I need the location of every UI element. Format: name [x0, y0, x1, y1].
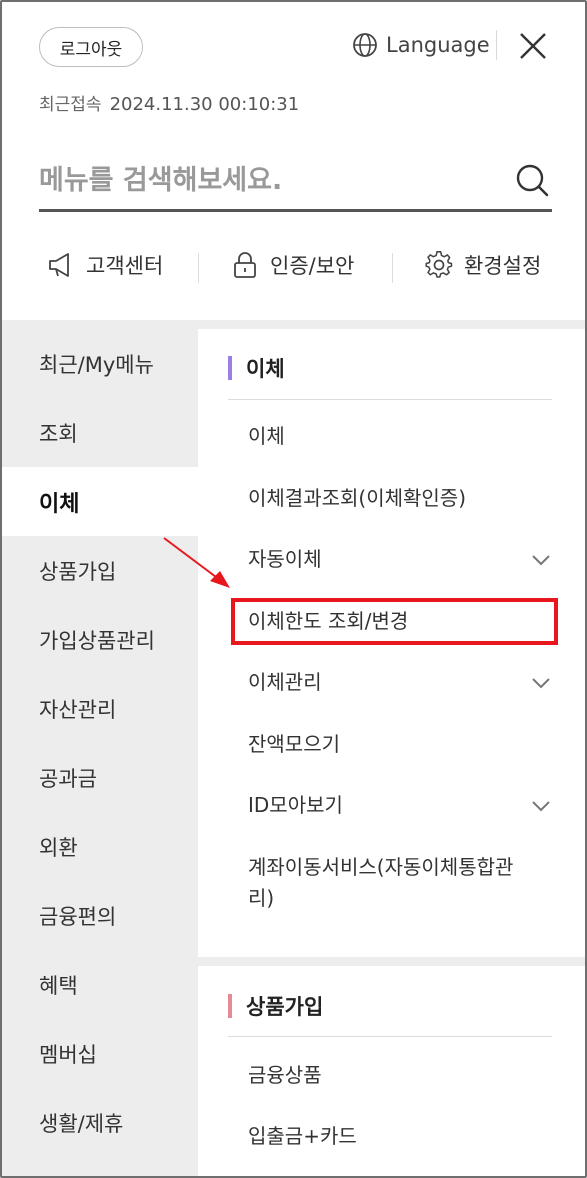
menu-search — [39, 152, 552, 212]
submenu-panel: 이체 이체 이체결과조회(이체확인증) 자동이체 이체한도 조회/변경 이체관리… — [198, 329, 585, 1176]
section-title-label: 상품가입 — [246, 995, 324, 1019]
nav-item-foreign-exchange[interactable]: 외환 — [2, 812, 198, 881]
section-title-product-signup: 상품가입 — [228, 991, 323, 1021]
search-icon[interactable] — [514, 162, 550, 198]
nav-item-transfer[interactable]: 이체 — [2, 467, 198, 536]
quick-link-label: 인증/보안 — [270, 254, 355, 278]
section-title-label: 이체 — [246, 357, 285, 381]
section-separator — [198, 957, 585, 966]
nav-item-utility-bills[interactable]: 공과금 — [2, 743, 198, 812]
nav-item-recent-my-menu[interactable]: 최근/My메뉴 — [2, 329, 198, 398]
section-divider — [228, 399, 552, 400]
last-login-info: 최근접속 2024.11.30 00:10:31 — [39, 90, 299, 115]
last-login-value: 2024.11.30 00:10:31 — [109, 94, 300, 115]
arrow-annotation — [163, 537, 230, 588]
nav-item-benefits[interactable]: 혜택 — [2, 950, 198, 1019]
quick-link-label: 고객센터 — [86, 254, 164, 278]
chevron-down-icon[interactable] — [530, 672, 552, 694]
nav-item-inquiry[interactable]: 조회 — [2, 398, 198, 467]
submenu-item-auto-transfer[interactable]: 자동이체 — [248, 544, 558, 575]
close-icon[interactable] — [517, 30, 549, 62]
nav-item-financial-convenience[interactable]: 금융편의 — [2, 881, 198, 950]
chevron-down-icon[interactable] — [530, 795, 552, 817]
submenu-item-transfer[interactable]: 이체 — [248, 421, 558, 452]
auth-security-link[interactable]: 인증/보안 — [230, 250, 354, 280]
language-selector[interactable]: Language — [352, 29, 490, 61]
submenu-item-balance-collect[interactable]: 잔액모으기 — [248, 729, 558, 760]
settings-link[interactable]: 환경설정 — [424, 250, 541, 280]
nav-item-product-management[interactable]: 가입상품관리 — [2, 605, 198, 674]
category-nav: 최근/My메뉴 조회 이체 상품가입 가입상품관리 자산관리 공과금 외환 금융… — [2, 329, 198, 1176]
nav-item-asset-management[interactable]: 자산관리 — [2, 674, 198, 743]
gear-icon — [425, 251, 453, 278]
quick-divider — [198, 253, 199, 283]
header-divider — [496, 30, 497, 60]
submenu-item-deposit-card[interactable]: 입출금+카드 — [248, 1121, 558, 1152]
section-accent-bar — [228, 356, 232, 380]
logout-button[interactable]: 로그아웃 — [39, 27, 143, 67]
menu-screen: 로그아웃 Language 최근접속 2024.11.30 00:10:31 메… — [0, 0, 587, 1178]
megaphone-icon — [49, 253, 69, 277]
section-title-transfer: 이체 — [228, 353, 285, 383]
submenu-item-account-switch[interactable]: 계좌이동서비스(자동이체통합관리) — [248, 852, 528, 914]
section-divider — [228, 1036, 552, 1037]
submenu-item-id-view[interactable]: ID모아보기 — [248, 790, 558, 821]
quick-links: 고객센터 인증/보안 환경설정 — [2, 240, 585, 296]
search-input[interactable] — [39, 160, 499, 200]
section-separator — [2, 320, 585, 329]
last-login-label: 최근접속 — [39, 95, 102, 115]
chevron-down-icon[interactable] — [530, 549, 552, 571]
quick-link-label: 환경설정 — [464, 254, 542, 278]
customer-center-link[interactable]: 고객센터 — [46, 250, 163, 280]
language-label: Language — [386, 33, 490, 57]
nav-item-membership[interactable]: 멤버십 — [2, 1019, 198, 1088]
submenu-item-financial-products[interactable]: 금융상품 — [248, 1060, 558, 1091]
submenu-item-transfer-management[interactable]: 이체관리 — [248, 667, 558, 698]
submenu-item-transfer-result[interactable]: 이체결과조회(이체확인증) — [248, 483, 558, 514]
quick-divider — [392, 253, 393, 283]
globe-icon — [353, 33, 377, 57]
nav-item-life-partnership[interactable]: 생활/제휴 — [2, 1088, 198, 1157]
lock-icon — [234, 252, 256, 278]
section-accent-bar — [228, 994, 232, 1018]
highlight-box — [231, 598, 558, 645]
